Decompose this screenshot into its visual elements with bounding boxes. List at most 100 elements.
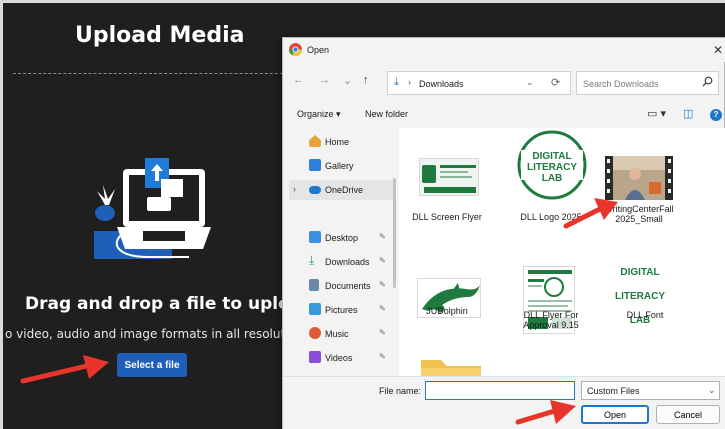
file-item-judolphin[interactable]: JUDolphin <box>401 248 493 348</box>
documents-icon <box>309 279 319 291</box>
file-item-dll-screen-flyer[interactable]: DLL Screen Flyer <box>401 128 493 228</box>
sidebar-item-label: Music <box>325 329 349 339</box>
open-file-dialog: Open ✕ ← → ⌄ ↑ ⤓ › Downloads ⌄ ⟳ Search … <box>282 37 725 429</box>
sidebar-item-label: Home <box>325 137 350 147</box>
select-file-button[interactable]: Select a file <box>117 353 187 377</box>
open-button[interactable]: Open <box>581 405 649 424</box>
breadcrumb-separator: › <box>408 77 411 87</box>
drag-drop-text: Drag and drop a file to upload <box>25 294 314 314</box>
file-name: JUDolphin <box>426 306 468 316</box>
upload-title: Upload Media <box>75 23 245 48</box>
recent-locations-icon[interactable]: ⌄ <box>343 74 352 87</box>
navigation-bar: ← → ⌄ ↑ ⤓ › Downloads ⌄ ⟳ Search Downloa… <box>283 68 725 98</box>
sidebar-item-label: Documents <box>325 281 371 291</box>
search-icon[interactable] <box>702 76 713 87</box>
logo-line-3: LAB <box>541 173 563 184</box>
pin-icon[interactable]: ✎ <box>379 328 386 337</box>
search-input[interactable]: Search Downloads <box>576 71 719 95</box>
sidebar-item-music[interactable]: Music ✎ <box>289 324 393 344</box>
sidebar-item-onedrive[interactable]: › OneDrive <box>289 180 393 200</box>
sidebar-item-home[interactable]: Home <box>289 132 393 152</box>
filetype-select[interactable]: Custom Files ⌄ <box>581 381 720 400</box>
sidebar-item-label: OneDrive <box>325 185 364 195</box>
search-placeholder: Search Downloads <box>583 79 659 89</box>
chevron-right-icon[interactable]: › <box>293 184 296 194</box>
pin-icon[interactable]: ✎ <box>379 256 386 265</box>
desktop-icon <box>309 231 321 243</box>
refresh-icon[interactable]: ⟳ <box>551 76 560 89</box>
sidebar-item-label: Videos <box>325 353 353 363</box>
videos-icon <box>309 351 321 363</box>
dialog-footer: File name: Custom Files ⌄ Open Cancel <box>283 376 725 429</box>
download-icon: ⤓ <box>309 253 315 267</box>
illustration-window <box>161 179 183 197</box>
sidebar-item-desktop[interactable]: Desktop ✎ <box>289 228 393 248</box>
organize-button[interactable]: Organize ▾ <box>297 109 341 120</box>
pictures-icon <box>309 303 321 315</box>
close-icon[interactable]: ✕ <box>713 43 723 57</box>
pin-icon[interactable]: ✎ <box>379 280 386 289</box>
address-bar[interactable]: ⤓ › Downloads ⌄ ⟳ <box>387 71 571 95</box>
dialog-title: Open <box>307 45 330 55</box>
dialog-titlebar: Open ✕ <box>283 38 725 62</box>
illustration-plant-leaves <box>97 185 115 205</box>
navigation-pane: Home Gallery › OneDrive Desktop ✎ ⤓ Down… <box>283 128 397 376</box>
pin-icon[interactable]: ✎ <box>379 304 386 313</box>
file-list: DLL Screen Flyer DIGITAL LITERACY LAB DL… <box>399 128 725 376</box>
dialog-toolbar: Organize ▾ New folder ▭ ▾ ◫ ? <box>283 104 725 126</box>
file-thumbnail: DIGITAL LITERACY LAB <box>517 130 587 200</box>
chrome-icon <box>289 43 302 56</box>
cancel-button[interactable]: Cancel <box>656 405 720 424</box>
home-icon <box>309 135 321 147</box>
filename-label: File name: <box>379 386 422 396</box>
filetype-value: Custom Files <box>587 386 640 396</box>
chevron-down-icon[interactable]: ⌄ <box>526 77 534 88</box>
sidebar-scrollbar[interactable] <box>393 178 396 288</box>
file-name: DLL Flyer For Approval 9.15 <box>523 310 579 330</box>
back-arrow-icon[interactable]: ← <box>293 74 304 86</box>
upload-illustration-icon <box>94 158 211 259</box>
sidebar-item-downloads[interactable]: ⤓ Downloads ✎ <box>289 252 393 272</box>
folder-item[interactable] <box>419 354 511 376</box>
annotation-arrow-video-icon <box>563 198 618 229</box>
breadcrumb-downloads[interactable]: Downloads <box>419 79 464 89</box>
file-name: DLL Screen Flyer <box>412 212 482 222</box>
music-icon <box>309 327 321 339</box>
file-name: DLL Font <box>626 310 664 320</box>
file-thumbnail: DIGITAL LITERACY LAB <box>607 264 673 330</box>
sidebar-item-label: Downloads <box>325 257 370 267</box>
folder-icon <box>421 360 481 376</box>
illustration-plant-pot <box>95 205 115 221</box>
pin-icon[interactable]: ✎ <box>379 352 386 361</box>
view-options-icon[interactable]: ▭ ▾ <box>647 107 666 120</box>
pin-icon[interactable]: ✎ <box>379 232 386 241</box>
upload-divider <box>13 73 293 74</box>
file-thumbnail <box>419 158 479 196</box>
annotation-arrow-select-icon <box>20 355 109 384</box>
video-thumbnail <box>605 156 673 200</box>
help-icon[interactable]: ? <box>710 109 722 121</box>
file-item-dll-flyer-for-approval[interactable]: DLL Flyer For Approval 9.15 <box>497 248 589 358</box>
preview-pane-icon[interactable]: ◫ <box>683 107 693 120</box>
illustration-trackpad <box>143 231 185 241</box>
up-arrow-icon[interactable]: ↑ <box>363 74 369 86</box>
gallery-icon <box>309 159 321 171</box>
sidebar-item-pictures[interactable]: Pictures ✎ <box>289 300 393 320</box>
logo-line-2: LITERACY <box>527 162 577 173</box>
forward-arrow-icon[interactable]: → <box>319 74 330 86</box>
chevron-down-icon: ⌄ <box>708 385 716 395</box>
new-folder-button[interactable]: New folder <box>365 109 408 119</box>
sidebar-item-label: Pictures <box>325 305 358 315</box>
sidebar-item-gallery[interactable]: Gallery <box>289 156 393 176</box>
font-line-1: DIGITAL <box>620 267 660 278</box>
sidebar-item-videos[interactable]: Videos ✎ <box>289 348 393 368</box>
download-icon: ⤓ <box>394 76 399 88</box>
sidebar-item-documents[interactable]: Documents ✎ <box>289 276 393 296</box>
illustration-file-card <box>147 197 171 211</box>
font-line-2: LITERACY <box>615 291 665 302</box>
sidebar-item-label: Gallery <box>325 161 354 171</box>
onedrive-icon <box>309 186 321 194</box>
supported-formats-text: o video, audio and image formats in all … <box>5 327 285 341</box>
file-item-dll-font[interactable]: DIGITAL LITERACY LAB DLL Font <box>599 248 691 348</box>
sidebar-item-label: Desktop <box>325 233 359 243</box>
